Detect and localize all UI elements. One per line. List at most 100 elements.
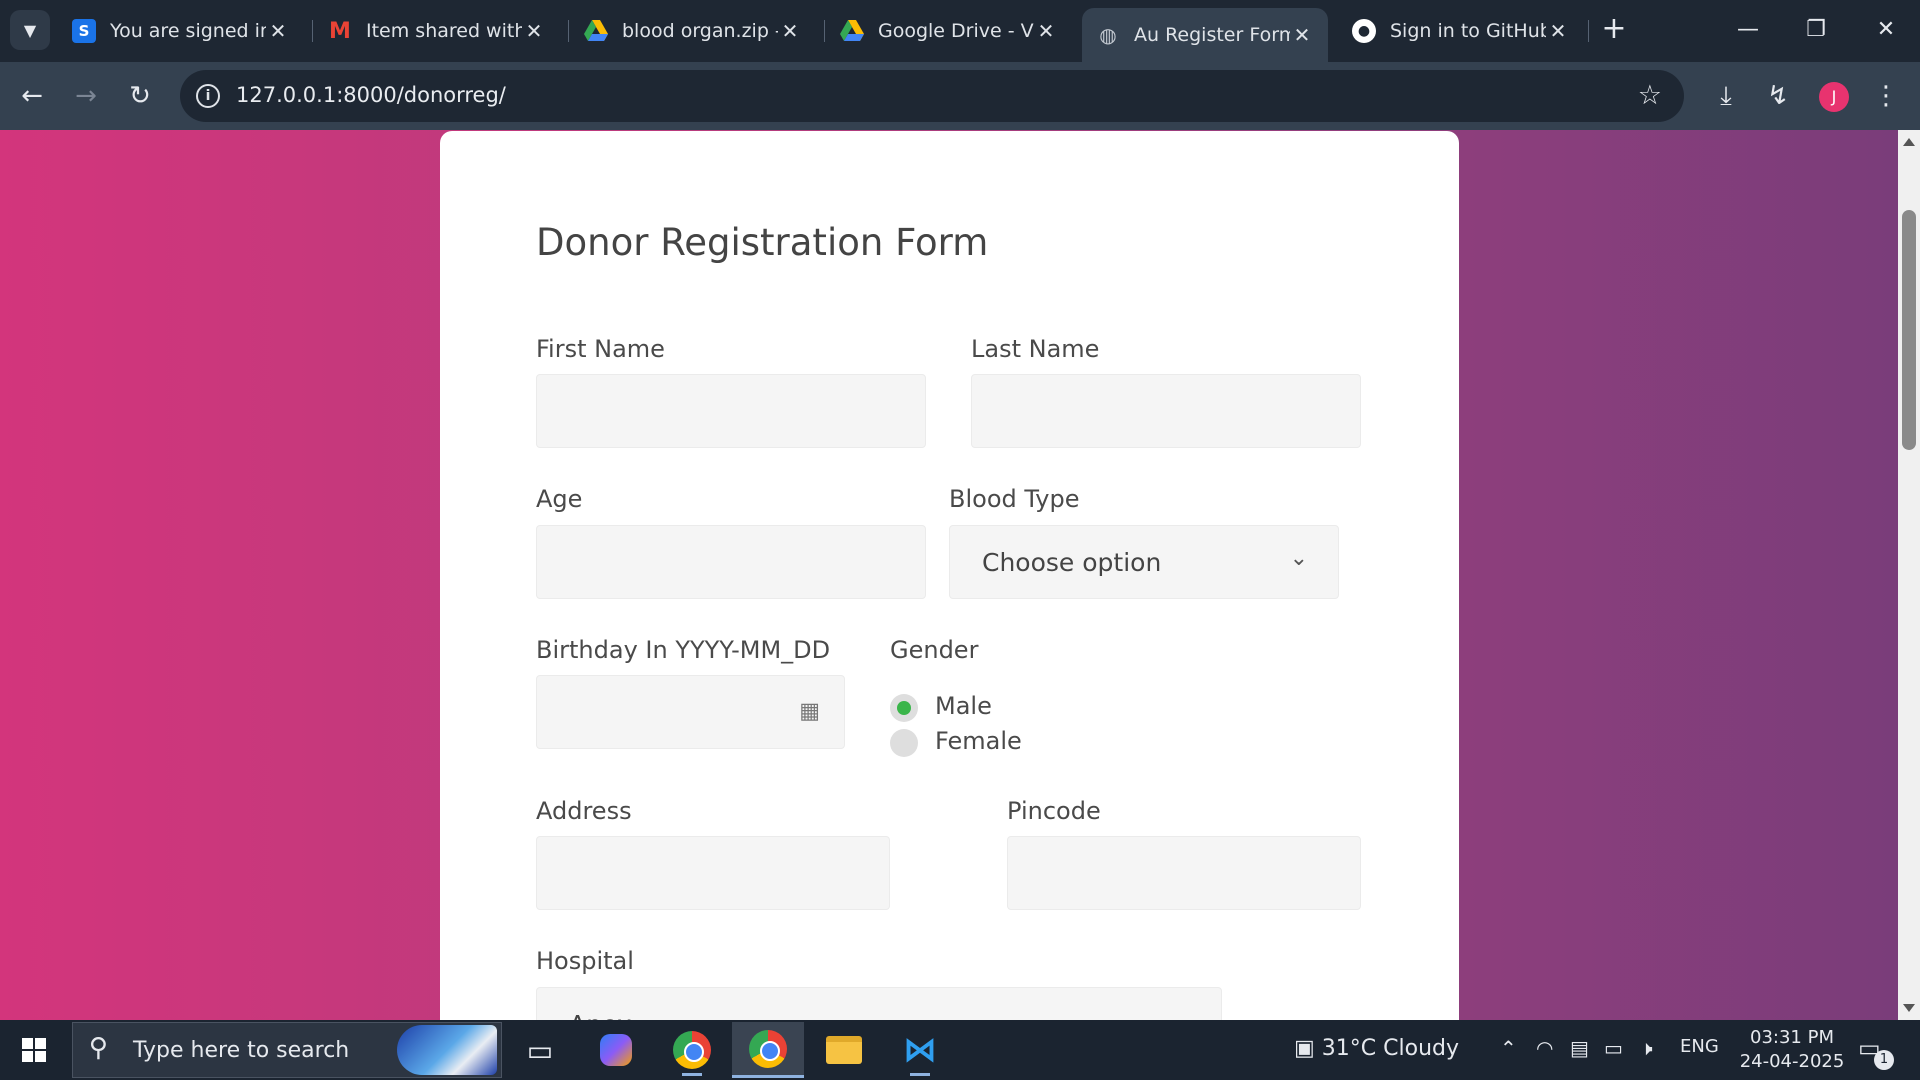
chrome-icon <box>673 1031 711 1069</box>
close-icon[interactable]: ✕ <box>778 19 802 43</box>
arrow-right-icon: → <box>75 81 97 111</box>
scrollbar-thumb[interactable] <box>1902 210 1916 450</box>
last-name-input[interactable] <box>971 374 1361 448</box>
tab-title: Google Drive - Viru <box>878 20 1034 42</box>
bookmark-star-icon[interactable]: ☆ <box>1638 80 1662 111</box>
reload-button[interactable]: ↻ <box>122 78 158 114</box>
profile-avatar[interactable]: J <box>1819 82 1849 112</box>
download-icon: ⤓ <box>1720 81 1732 111</box>
file-explorer-button[interactable] <box>808 1022 880 1078</box>
chevron-down-icon: ▼ <box>23 20 37 40</box>
wifi-icon[interactable]: ◠ <box>1536 1036 1553 1060</box>
menu-button[interactable]: ⋮ <box>1866 76 1906 116</box>
s-icon: S <box>72 19 96 43</box>
minimize-icon: — <box>1737 17 1759 42</box>
tab-blood-organ-zip[interactable]: blood organ.zip - ( ✕ <box>570 8 816 54</box>
downloads-button[interactable]: ⤓ <box>1706 76 1746 116</box>
back-button[interactable]: ← <box>14 78 50 114</box>
google-drive-icon <box>840 19 864 43</box>
tab-title: blood organ.zip - ( <box>622 20 778 42</box>
restore-icon: ❐ <box>1806 17 1826 42</box>
close-icon: ✕ <box>1876 17 1896 42</box>
system-clock[interactable]: 03:31 PM 24-04-2025 <box>1732 1026 1852 1074</box>
site-info-icon[interactable]: i <box>196 84 220 108</box>
language-indicator[interactable]: ENG <box>1680 1036 1719 1057</box>
clock-date: 24-04-2025 <box>1739 1051 1845 1072</box>
performance-button[interactable]: ↯ <box>1758 76 1798 116</box>
gender-female-label[interactable]: Female <box>935 727 1022 755</box>
blood-type-select[interactable]: Choose option ⌄ <box>949 525 1339 599</box>
address-bar[interactable]: i 127.0.0.1:8000/donorreg/ ☆ <box>180 70 1684 122</box>
hospital-select[interactable]: Apex <box>536 987 1222 1020</box>
more-vert-icon: ⋮ <box>1873 81 1899 111</box>
taskbar: ⚲ Type here to search ▭ ⋈ ▣ 31°C Cloudy … <box>0 1020 1920 1080</box>
tab-signed-in[interactable]: S You are signed in a ✕ <box>58 8 304 54</box>
hospital-label: Hospital <box>536 947 634 975</box>
search-placeholder: Type here to search <box>133 1038 350 1063</box>
volume-icon[interactable]: 🕨 <box>1640 1036 1653 1060</box>
tab-title: Au Register Forms <box>1134 24 1290 46</box>
chrome-icon <box>749 1029 787 1068</box>
network-icon[interactable]: ▤ <box>1570 1036 1589 1060</box>
restore-button[interactable]: ❐ <box>1786 10 1846 50</box>
tab-divider <box>1588 20 1589 42</box>
windows-start-button[interactable] <box>14 1034 58 1068</box>
gender-female-radio[interactable] <box>890 729 918 757</box>
weather-widget[interactable]: ▣ 31°C Cloudy <box>1294 1036 1459 1061</box>
forward-button[interactable]: → <box>68 78 104 114</box>
url-text[interactable]: 127.0.0.1:8000/donorreg/ <box>236 83 506 107</box>
globe-icon: ◍ <box>1099 23 1117 47</box>
minimize-button[interactable]: — <box>1718 10 1778 50</box>
close-window-button[interactable]: ✕ <box>1856 10 1916 50</box>
close-icon[interactable]: ✕ <box>1546 19 1570 43</box>
tab-search-button[interactable]: ▼ <box>10 10 50 50</box>
close-icon[interactable]: ✕ <box>1290 23 1314 47</box>
vscode-icon: ⋈ <box>903 1030 937 1070</box>
task-view-button[interactable]: ▭ <box>504 1022 576 1078</box>
chevron-down-icon: ⌄ <box>1289 546 1308 571</box>
scroll-down-arrow-icon[interactable] <box>1903 1004 1915 1012</box>
first-name-label: First Name <box>536 335 665 363</box>
scroll-up-arrow-icon[interactable] <box>1903 138 1915 146</box>
calendar-icon[interactable]: ▦ <box>799 699 820 724</box>
birthday-input[interactable]: ▦ <box>536 675 845 749</box>
copilot-icon <box>600 1034 632 1066</box>
chrome-taskbar-button[interactable] <box>656 1022 728 1078</box>
gender-label: Gender <box>890 636 979 664</box>
age-input[interactable] <box>536 525 926 599</box>
tab-divider <box>824 20 825 42</box>
gender-male-radio[interactable] <box>890 694 918 722</box>
page-background: Donor Registration Form First Name Last … <box>0 130 1898 1020</box>
tab-gmail[interactable]: M Item shared with y ✕ <box>314 8 560 54</box>
gender-male-label[interactable]: Male <box>935 692 992 720</box>
tab-github-signin[interactable]: ● Sign in to GitHub · ✕ <box>1338 8 1584 54</box>
pincode-input[interactable] <box>1007 836 1361 910</box>
tab-title: You are signed in a <box>110 20 266 42</box>
pincode-label: Pincode <box>1007 797 1101 825</box>
arrow-left-icon: ← <box>21 81 43 111</box>
close-icon[interactable]: ✕ <box>1034 19 1058 43</box>
weather-text: 31°C Cloudy <box>1321 1036 1460 1061</box>
battery-icon[interactable]: ▭ <box>1604 1036 1623 1060</box>
chrome-profile-taskbar-button[interactable] <box>732 1022 804 1078</box>
new-tab-button[interactable]: + <box>1596 12 1632 48</box>
search-icon: ⚲ <box>89 1033 109 1063</box>
vscode-button[interactable]: ⋈ <box>884 1022 956 1078</box>
tab-google-drive[interactable]: Google Drive - Viru ✕ <box>826 8 1072 54</box>
windows-logo-pane <box>22 1051 33 1062</box>
performance-icon: ↯ <box>1767 81 1789 111</box>
form-card: Donor Registration Form First Name Last … <box>440 131 1459 1020</box>
tab-title: Item shared with y <box>366 20 522 42</box>
chevron-up-icon[interactable]: ⌃ <box>1500 1036 1517 1060</box>
taskbar-search-box[interactable]: ⚲ Type here to search <box>72 1022 502 1078</box>
close-icon[interactable]: ✕ <box>522 19 546 43</box>
page-scrollbar[interactable] <box>1898 130 1920 1020</box>
address-input[interactable] <box>536 836 890 910</box>
tab-divider <box>312 20 313 42</box>
copilot-button[interactable] <box>580 1022 652 1078</box>
first-name-input[interactable] <box>536 374 926 448</box>
close-icon[interactable]: ✕ <box>266 19 290 43</box>
reload-icon: ↻ <box>129 81 151 111</box>
tab-au-register-forms[interactable]: ◍ Au Register Forms ✕ <box>1082 8 1328 62</box>
search-highlight-image <box>397 1025 497 1075</box>
